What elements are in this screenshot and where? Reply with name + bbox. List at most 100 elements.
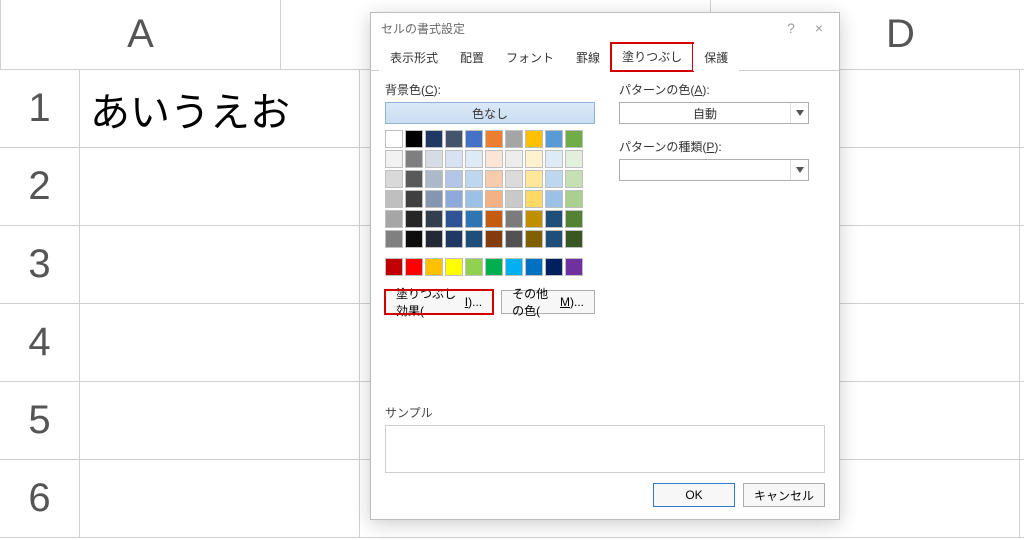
color-swatch[interactable] [445, 130, 463, 148]
color-swatch[interactable] [385, 210, 403, 228]
color-swatch[interactable] [465, 230, 483, 248]
color-swatch[interactable] [565, 230, 583, 248]
color-swatch[interactable] [385, 190, 403, 208]
sample-area: サンプル [371, 396, 839, 473]
help-button[interactable]: ? [777, 17, 805, 39]
color-swatch[interactable] [525, 170, 543, 188]
tab-border[interactable]: 罫線 [565, 44, 611, 71]
standard-color-swatch[interactable] [545, 258, 563, 276]
color-swatch[interactable] [505, 130, 523, 148]
color-swatch[interactable] [545, 170, 563, 188]
color-swatch[interactable] [405, 210, 423, 228]
color-swatch[interactable] [445, 170, 463, 188]
standard-color-swatch[interactable] [405, 258, 423, 276]
color-swatch[interactable] [385, 230, 403, 248]
color-swatch[interactable] [545, 210, 563, 228]
row-header-5[interactable]: 5 [0, 382, 80, 459]
tab-alignment[interactable]: 配置 [449, 44, 495, 71]
color-swatch[interactable] [405, 150, 423, 168]
color-swatch[interactable] [485, 230, 503, 248]
color-swatch[interactable] [525, 190, 543, 208]
color-swatch[interactable] [445, 150, 463, 168]
row-header-6[interactable]: 6 [0, 460, 80, 537]
color-swatch[interactable] [485, 170, 503, 188]
color-swatch[interactable] [525, 210, 543, 228]
color-swatch[interactable] [405, 130, 423, 148]
row-header-4[interactable]: 4 [0, 304, 80, 381]
cell-A3[interactable] [80, 226, 360, 303]
color-swatch[interactable] [465, 210, 483, 228]
color-swatch[interactable] [485, 210, 503, 228]
color-swatch[interactable] [545, 230, 563, 248]
close-button[interactable]: × [805, 17, 833, 39]
color-swatch[interactable] [405, 230, 423, 248]
standard-color-swatch[interactable] [565, 258, 583, 276]
standard-color-swatch[interactable] [485, 258, 503, 276]
standard-color-swatch[interactable] [465, 258, 483, 276]
color-swatch[interactable] [505, 150, 523, 168]
color-swatch[interactable] [385, 170, 403, 188]
no-color-button[interactable]: 色なし [385, 102, 595, 124]
color-swatch[interactable] [405, 190, 423, 208]
color-swatch[interactable] [565, 150, 583, 168]
color-swatch[interactable] [565, 130, 583, 148]
select-all-corner[interactable] [0, 0, 1, 69]
color-swatch[interactable] [545, 150, 563, 168]
color-swatch[interactable] [425, 210, 443, 228]
row-header-3[interactable]: 3 [0, 226, 80, 303]
color-swatch[interactable] [565, 190, 583, 208]
color-swatch[interactable] [485, 190, 503, 208]
color-swatch[interactable] [445, 190, 463, 208]
color-swatch[interactable] [445, 210, 463, 228]
standard-color-swatch[interactable] [425, 258, 443, 276]
ok-button[interactable]: OK [653, 483, 735, 507]
color-swatch[interactable] [565, 210, 583, 228]
color-swatch[interactable] [425, 130, 443, 148]
color-swatch[interactable] [485, 130, 503, 148]
color-swatch[interactable] [425, 190, 443, 208]
color-swatch[interactable] [385, 130, 403, 148]
standard-color-swatch[interactable] [505, 258, 523, 276]
color-swatch[interactable] [465, 150, 483, 168]
color-swatch[interactable] [525, 150, 543, 168]
cell-A1[interactable]: あいうえお [80, 70, 360, 147]
cell-A4[interactable] [80, 304, 360, 381]
tab-protection[interactable]: 保護 [693, 44, 739, 71]
color-swatch[interactable] [445, 230, 463, 248]
more-colors-button[interactable]: その他の色(M)... [501, 290, 595, 314]
column-header-A[interactable]: A [1, 0, 281, 69]
color-swatch[interactable] [465, 170, 483, 188]
color-swatch[interactable] [465, 130, 483, 148]
standard-color-swatch[interactable] [385, 258, 403, 276]
color-swatch[interactable] [525, 130, 543, 148]
color-swatch[interactable] [545, 190, 563, 208]
pattern-color-combo[interactable]: 自動 [619, 102, 809, 124]
standard-color-swatch[interactable] [525, 258, 543, 276]
color-swatch[interactable] [425, 230, 443, 248]
color-swatch[interactable] [565, 170, 583, 188]
color-swatch[interactable] [545, 130, 563, 148]
cancel-button[interactable]: キャンセル [743, 483, 825, 507]
color-swatch[interactable] [425, 150, 443, 168]
cell-A6[interactable] [80, 460, 360, 537]
row-header-1[interactable]: 1 [0, 70, 80, 147]
color-swatch[interactable] [385, 150, 403, 168]
fill-effects-button[interactable]: 塗りつぶし効果(I)... [385, 290, 493, 314]
color-swatch[interactable] [485, 150, 503, 168]
cell-A5[interactable] [80, 382, 360, 459]
color-swatch[interactable] [505, 190, 523, 208]
color-swatch[interactable] [425, 170, 443, 188]
color-swatch[interactable] [525, 230, 543, 248]
color-swatch[interactable] [505, 230, 523, 248]
pattern-type-combo[interactable] [619, 159, 809, 181]
tab-number-format[interactable]: 表示形式 [379, 44, 449, 71]
cell-A2[interactable] [80, 148, 360, 225]
tab-fill[interactable]: 塗りつぶし [611, 43, 693, 71]
color-swatch[interactable] [405, 170, 423, 188]
row-header-2[interactable]: 2 [0, 148, 80, 225]
color-swatch[interactable] [505, 170, 523, 188]
color-swatch[interactable] [465, 190, 483, 208]
standard-color-swatch[interactable] [445, 258, 463, 276]
color-swatch[interactable] [505, 210, 523, 228]
tab-font[interactable]: フォント [495, 44, 565, 71]
